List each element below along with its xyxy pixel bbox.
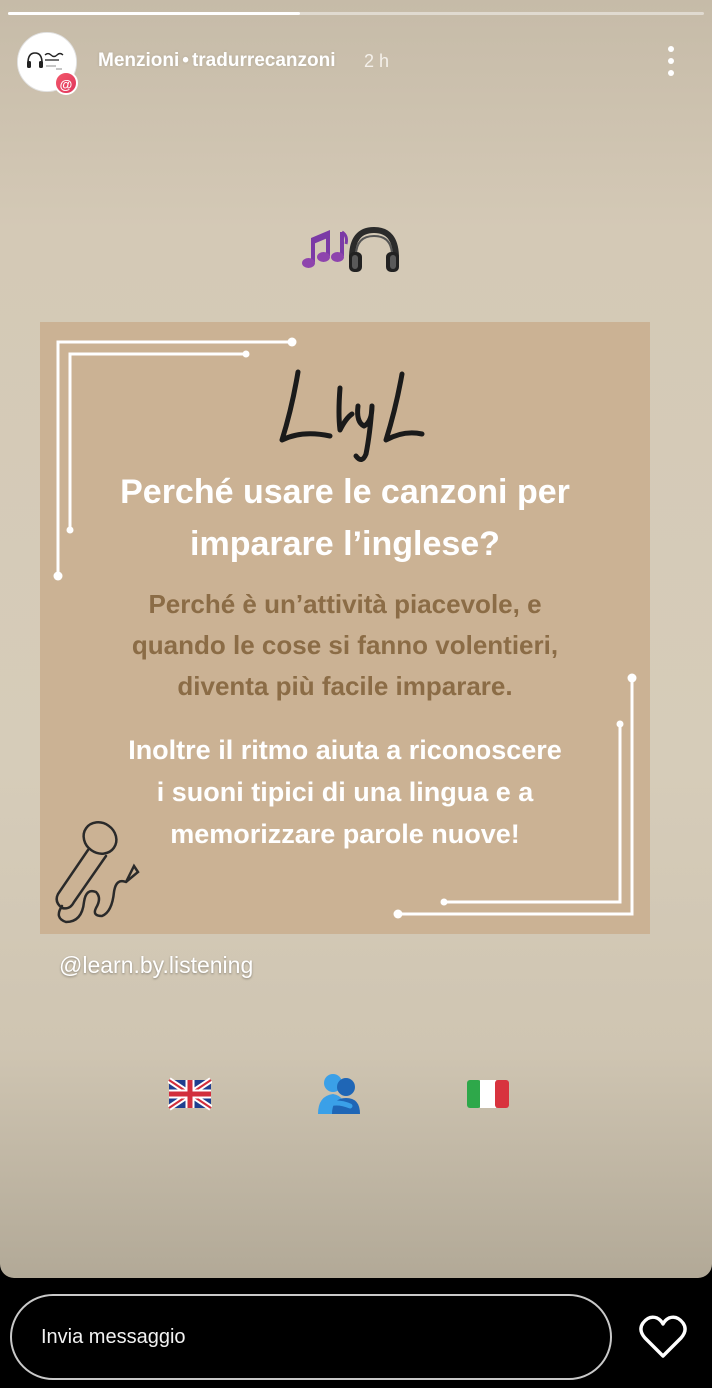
card-heading: Perché usare le canzoni per imparare l’i… — [0, 466, 690, 570]
card-body-white: Inoltre il ritmo aiuta a riconoscere i s… — [0, 729, 690, 855]
story-viewer[interactable]: @ Menzioni • tradurrecanzoni 2 h Perché … — [0, 0, 712, 1278]
emoji-sticker[interactable] — [300, 224, 400, 276]
story-progress-fill — [8, 12, 301, 15]
more-dot-icon — [668, 58, 674, 64]
logo-lbyl-icon — [279, 369, 425, 462]
uk-flag-icon — [168, 1077, 212, 1111]
card-body-line: Perché è un’attività piacevole, e — [148, 589, 542, 619]
card-body: Perché è un’attività piacevole, e quando… — [0, 584, 690, 707]
story-progress-bar — [8, 12, 704, 15]
mention-badge: @ — [54, 71, 78, 95]
like-button[interactable] — [638, 1314, 688, 1360]
card-body-line: diventa più facile imparare. — [177, 671, 513, 701]
more-dot-icon — [668, 46, 674, 52]
card-body-white-line: memorizzare parole nuove! — [170, 819, 520, 849]
message-input[interactable] — [10, 1294, 612, 1380]
story-section-title[interactable]: Menzioni — [98, 50, 179, 71]
story-title: Menzioni • tradurrecanzoni — [98, 50, 336, 72]
account-name[interactable]: tradurrecanzoni — [192, 50, 336, 71]
music-notes-icon — [302, 230, 348, 268]
story-timestamp: 2 h — [364, 51, 390, 71]
headphones-icon — [349, 226, 399, 272]
mention-tag[interactable]: @learn.by.listening — [59, 952, 253, 979]
more-dot-icon — [668, 70, 674, 76]
italy-flag-icon — [467, 1080, 509, 1108]
card-body-white-line: Inoltre il ritmo aiuta a riconoscere — [128, 735, 562, 765]
separator-dot: • — [182, 50, 189, 71]
card-heading-line: Perché usare le canzoni per — [120, 473, 570, 511]
card-body-line: quando le cose si fanno volentieri, — [131, 630, 559, 660]
card-heading-line: imparare l’inglese? — [190, 525, 500, 563]
more-options-button[interactable] — [656, 42, 686, 80]
story-header: @ Menzioni • tradurrecanzoni 2 h — [0, 30, 712, 95]
heart-icon — [639, 1315, 687, 1358]
card-body-white-line: i suoni tipici di una lingua e a — [156, 777, 534, 807]
people-hugging-icon — [318, 1074, 360, 1114]
